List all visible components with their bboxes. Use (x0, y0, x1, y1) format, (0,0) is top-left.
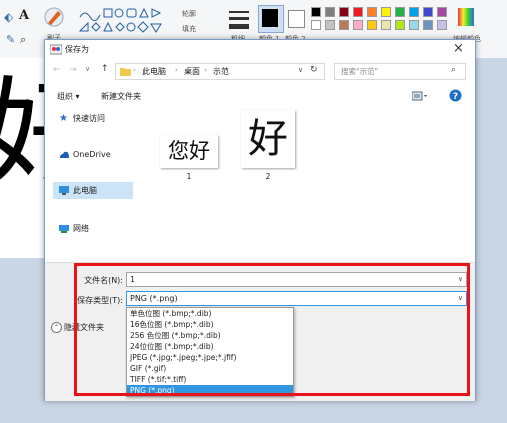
nav-item-label: OneDrive (73, 150, 111, 159)
search-box[interactable]: 搜索"示范" ⌕ (334, 63, 466, 80)
file-thumbnail: 好 (241, 110, 295, 168)
color-swatch[interactable] (423, 20, 433, 30)
breadcrumb-sep-icon: › (133, 66, 136, 74)
color-swatch[interactable] (367, 7, 377, 17)
brush-icon (44, 7, 64, 27)
svg-text:?: ? (453, 92, 458, 102)
color-picker-icon[interactable]: ✎ (6, 33, 15, 46)
color-swatch[interactable] (353, 20, 363, 30)
star-icon: ★ (59, 113, 68, 124)
breadcrumb-demo[interactable]: 示范 (213, 66, 229, 77)
file-thumbnail: 您好 (160, 135, 218, 168)
color-swatch[interactable] (311, 7, 321, 17)
recent-dropdown-icon[interactable]: ∨ (85, 65, 90, 73)
rainbow-icon (458, 8, 474, 26)
organize-button[interactable]: 组织 ▾ (57, 91, 80, 102)
paint-canvas[interactable]: 好 (0, 58, 102, 258)
outline-label[interactable]: 轮廓 (182, 9, 196, 19)
search-placeholder: 搜索"示范" (341, 67, 378, 76)
view-options-icon[interactable] (412, 91, 430, 101)
color-swatch[interactable] (409, 20, 419, 30)
navigation-pane: ★ 快速访问 OneDrive 此电脑 网络 (45, 108, 145, 258)
color-swatch[interactable] (395, 20, 405, 30)
fill-label[interactable]: 填充 (182, 24, 196, 34)
address-bar[interactable]: › 此电脑 › 桌面 › 示范 ∨ ↻ (115, 63, 325, 80)
file-name: 1 (186, 172, 192, 181)
highlight-box (74, 263, 470, 396)
dialog-title: 保存为 (65, 45, 89, 54)
address-dropdown-icon[interactable]: ∨ (298, 66, 303, 74)
new-folder-button[interactable]: 新建文件夹 (101, 91, 141, 102)
magnifier-icon[interactable]: ⌕ (20, 33, 26, 47)
color-swatch[interactable] (437, 7, 447, 17)
color-swatch[interactable] (409, 7, 419, 17)
color-swatch[interactable] (325, 20, 335, 30)
file-name: 2 (265, 172, 271, 181)
line-size-icon (229, 11, 249, 29)
size-button[interactable] (228, 8, 250, 30)
color-swatch[interactable] (353, 7, 363, 17)
paint-app-icon (50, 44, 62, 55)
color-swatch[interactable] (395, 7, 405, 17)
cloud-icon (60, 151, 69, 158)
fill-tool-icon[interactable]: ⬖ (4, 10, 13, 24)
address-bar-row: ← → ∨ ↑ › 此电脑 › 桌面 › 示范 ∨ ↻ 搜索"示范" ⌕ (45, 60, 475, 84)
color-swatch[interactable] (311, 20, 321, 30)
up-arrow-icon[interactable]: ↑ (101, 64, 109, 74)
folder-icon (120, 68, 131, 76)
shapes-gallery-icon[interactable] (77, 7, 163, 43)
color-swatch[interactable] (325, 7, 335, 17)
nav-item-label: 此电脑 (73, 186, 97, 195)
text-tool-icon[interactable]: A (19, 8, 29, 23)
color-swatch[interactable] (339, 7, 349, 17)
brush-button[interactable] (42, 5, 66, 31)
file-item[interactable]: 好 2 (239, 110, 297, 190)
breadcrumb-desktop[interactable]: 桌面 (184, 66, 200, 77)
color-swatch[interactable] (437, 20, 447, 30)
breadcrumb-sep-icon: › (175, 66, 178, 74)
dialog-titlebar: 保存为 × (45, 40, 475, 60)
color-palette (311, 7, 451, 31)
close-icon[interactable]: × (453, 41, 464, 56)
color-swatch[interactable] (339, 20, 349, 30)
file-item[interactable]: 您好 1 (160, 135, 218, 191)
breadcrumb-sep-icon: › (204, 66, 207, 74)
forward-arrow-icon[interactable]: → (69, 65, 77, 75)
chevron-up-icon: ⌃ (51, 322, 62, 333)
color-swatch[interactable] (381, 20, 391, 30)
command-toolbar: 组织 ▾ 新建文件夹 ? (45, 86, 475, 108)
color-swatch[interactable] (423, 7, 433, 17)
color2-button[interactable] (288, 10, 305, 28)
file-list: 您好 1 好 2 (145, 108, 475, 258)
color-swatch[interactable] (367, 20, 377, 30)
search-icon[interactable]: ⌕ (451, 65, 456, 75)
color-swatch[interactable] (381, 7, 391, 17)
nav-item-label: 快速访问 (73, 114, 105, 123)
back-arrow-icon[interactable]: ← (53, 65, 61, 75)
refresh-icon[interactable]: ↻ (310, 65, 318, 75)
edit-colors-button[interactable] (458, 8, 474, 26)
breadcrumb-this-pc[interactable]: 此电脑 (142, 66, 166, 77)
nav-item-label: 网络 (73, 224, 89, 233)
color1-button[interactable] (258, 5, 284, 33)
help-icon[interactable]: ? (449, 89, 462, 102)
computer-icon (59, 186, 69, 195)
nav-item-this-pc[interactable]: 此电脑 (53, 182, 133, 199)
network-icon (59, 225, 69, 233)
